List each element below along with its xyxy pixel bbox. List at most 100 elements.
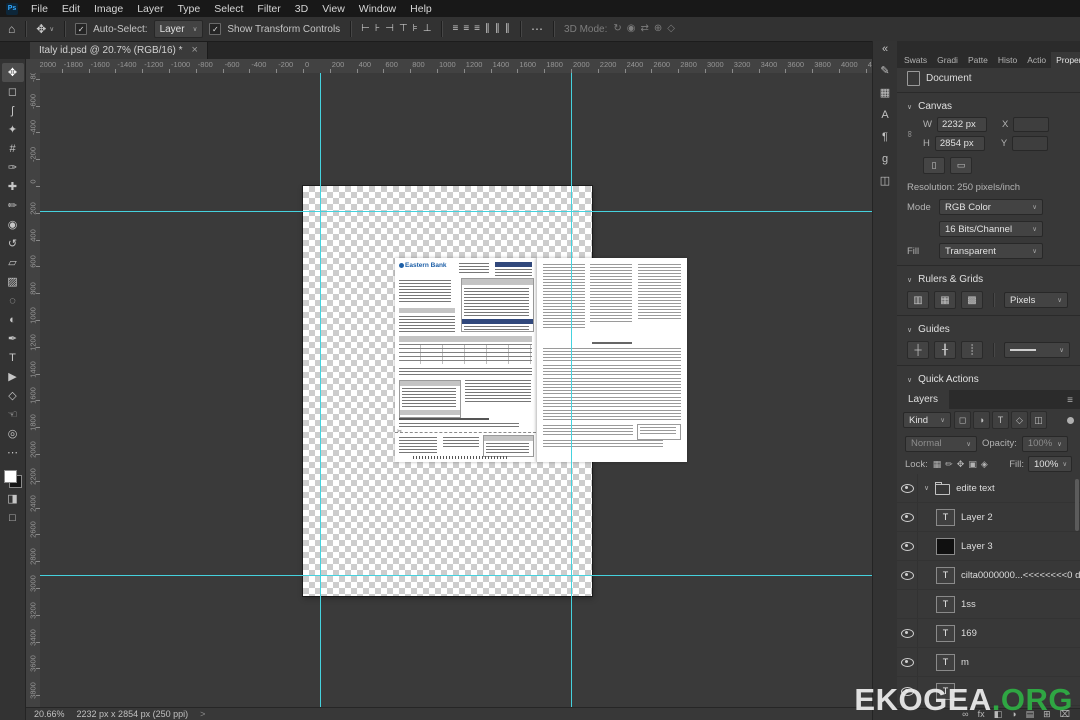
align-left-icon[interactable]: ⊢ xyxy=(361,24,370,34)
quick-mask-icon[interactable]: ◨ xyxy=(2,489,24,508)
3d-drag-icon[interactable]: ⇄ xyxy=(641,24,649,34)
section-canvas[interactable]: ∨ Canvas xyxy=(897,96,1080,115)
canvas-x-field[interactable] xyxy=(1013,117,1050,132)
toggle-rulers-icon[interactable]: ▥ xyxy=(907,291,929,309)
guide-horizontal-1[interactable] xyxy=(40,211,872,212)
lasso-tool[interactable]: ʃ xyxy=(2,101,24,120)
blur-tool[interactable]: ◌ xyxy=(2,291,24,310)
move-tool[interactable]: ✥ xyxy=(1,63,24,82)
status-chevron-icon[interactable]: > xyxy=(200,709,205,719)
menu-image[interactable]: Image xyxy=(87,3,130,15)
menu-3d[interactable]: 3D xyxy=(288,3,315,15)
more-options-icon[interactable]: ⋯ xyxy=(531,23,543,35)
layer-visibility-toggle[interactable] xyxy=(897,648,918,676)
filter-toggle-icon[interactable] xyxy=(1067,416,1074,424)
menu-help[interactable]: Help xyxy=(403,3,439,15)
panel-tab-actio[interactable]: Actio xyxy=(1022,52,1051,68)
pen-tool[interactable]: ✒ xyxy=(2,329,24,348)
menu-type[interactable]: Type xyxy=(170,3,207,15)
layers-scrollbar[interactable] xyxy=(1075,479,1079,531)
align-right-icon[interactable]: ⊣ xyxy=(385,24,394,34)
menu-select[interactable]: Select xyxy=(207,3,250,15)
section-guides[interactable]: ∨ Guides xyxy=(897,319,1080,338)
type-tool[interactable]: T xyxy=(2,348,24,367)
filter-shape-layers-icon[interactable]: ◇ xyxy=(1011,411,1028,429)
lock-artboard-icon[interactable]: ▣ xyxy=(967,459,978,470)
menu-view[interactable]: View xyxy=(315,3,352,15)
toggle-grid-icon[interactable]: ▦ xyxy=(934,291,956,309)
guide-style-select[interactable]: ∨ xyxy=(1003,342,1070,358)
lock-position-icon[interactable]: ✥ xyxy=(956,459,966,470)
lock-trans-icon[interactable]: ▦ xyxy=(932,459,943,470)
layer-row[interactable]: Tm xyxy=(897,648,1080,677)
history-brush-tool[interactable]: ↺ xyxy=(2,234,24,253)
clone-stamp-tool[interactable]: ◉ xyxy=(2,215,24,234)
eraser-tool[interactable]: ▱ xyxy=(2,253,24,272)
link-dimensions-icon[interactable]: ∞ xyxy=(905,131,915,137)
layer-visibility-toggle[interactable] xyxy=(897,619,918,647)
menu-file[interactable]: File xyxy=(24,3,55,15)
menu-filter[interactable]: Filter xyxy=(250,3,287,15)
panel-tab-gradi[interactable]: Gradi xyxy=(932,52,963,68)
distribute-v-center-icon[interactable]: ≡ xyxy=(463,24,469,34)
brush-tool[interactable]: ✏ xyxy=(2,196,24,215)
tab-layers[interactable]: Layers xyxy=(897,390,950,409)
layer-visibility-toggle[interactable] xyxy=(897,474,918,502)
layer-fill-field[interactable]: 100% ∨ xyxy=(1028,456,1072,472)
3d-slide-icon[interactable]: ⊕ xyxy=(654,24,662,34)
3d-scale-icon[interactable]: ◇ xyxy=(667,24,675,34)
bit-depth-select[interactable]: 16 Bits/Channel ∨ xyxy=(939,221,1043,237)
hand-tool[interactable]: ☜ xyxy=(2,405,24,424)
guide-layout-icon[interactable]: ╂ xyxy=(934,341,956,359)
foreground-color-swatch[interactable] xyxy=(3,470,17,483)
lock-all-icon[interactable]: ◈ xyxy=(980,459,989,470)
auto-select-target-select[interactable]: Layer ∨ xyxy=(153,20,204,38)
layer-visibility-toggle[interactable] xyxy=(897,561,918,589)
color-mode-select[interactable]: RGB Color ∨ xyxy=(939,199,1043,215)
document-tab[interactable]: Italy id.psd @ 20.7% (RGB/16) * × xyxy=(30,42,208,59)
align-h-center-icon[interactable]: ⊦ xyxy=(375,24,380,34)
opacity-field[interactable]: 100% ∨ xyxy=(1021,435,1068,452)
current-tool-icon[interactable]: ✥ xyxy=(36,23,46,35)
gradient-tool[interactable]: ▨ xyxy=(2,272,24,291)
guide-vertical-1[interactable] xyxy=(320,73,321,707)
new-guide-icon[interactable]: ┼ xyxy=(907,341,929,359)
panel-tab-histo[interactable]: Histo xyxy=(993,52,1022,68)
units-select[interactable]: Pixels ∨ xyxy=(1004,292,1068,308)
menu-window[interactable]: Window xyxy=(352,3,403,15)
menu-layer[interactable]: Layer xyxy=(130,3,170,15)
canvas-viewport[interactable]: Eastern Bank ✂ xyxy=(40,73,872,707)
healing-brush-tool[interactable]: ✚ xyxy=(2,177,24,196)
distribute-left-icon[interactable]: ∥ xyxy=(485,24,490,34)
canvas-y-field[interactable] xyxy=(1012,136,1049,151)
distribute-top-icon[interactable]: ≡ xyxy=(452,24,458,34)
layer-row[interactable]: T 1ss xyxy=(897,590,1080,619)
layer-row[interactable]: ∨ edite text xyxy=(897,474,1080,503)
panel-menu-icon[interactable]: ≡ xyxy=(1067,395,1073,409)
section-rulers-grids[interactable]: ∨ Rulers & Grids xyxy=(897,269,1080,288)
clear-guides-icon[interactable]: ┊ xyxy=(961,341,983,359)
panel-tab-properties[interactable]: Properties xyxy=(1051,52,1080,68)
menu-edit[interactable]: Edit xyxy=(55,3,87,15)
collapse-dock-icon[interactable]: « xyxy=(882,44,888,55)
tab-close-icon[interactable]: × xyxy=(192,45,198,56)
screen-mode-icon[interactable]: □ xyxy=(2,508,24,527)
swatches-panel-icon[interactable]: ▦ xyxy=(880,88,890,99)
distribute-h-center-icon[interactable]: ∥ xyxy=(495,24,500,34)
layer-row[interactable]: T Layer 2 xyxy=(897,503,1080,532)
blend-mode-select[interactable]: Normal ∨ xyxy=(905,435,977,452)
filter-smart-objects-icon[interactable]: ◫ xyxy=(1030,411,1047,429)
edit-toolbar-icon[interactable]: ⋯ xyxy=(2,443,24,462)
expand-collapse-icon[interactable]: ∨ xyxy=(924,484,929,492)
distribute-bottom-icon[interactable]: ≡ xyxy=(474,24,480,34)
align-top-icon[interactable]: ⊤ xyxy=(399,24,408,34)
shape-tool[interactable]: ◇ xyxy=(2,386,24,405)
filter-pixel-layers-icon[interactable]: ◻ xyxy=(954,411,971,429)
layer-row[interactable]: Tcilta0000000...<<<<<<<<0 d xyxy=(897,561,1080,590)
panel-tab-swats[interactable]: Swats xyxy=(899,52,932,68)
horizontal-ruler[interactable]: -2000-1800-1600-1400-1200-1000-800-600-4… xyxy=(40,59,872,74)
3d-rotate-icon[interactable]: ↻ xyxy=(613,24,621,34)
tool-preset-arrow-icon[interactable]: ∨ xyxy=(49,25,54,33)
color-swatches[interactable] xyxy=(3,469,23,489)
toggle-snap-icon[interactable]: ▩ xyxy=(961,291,983,309)
